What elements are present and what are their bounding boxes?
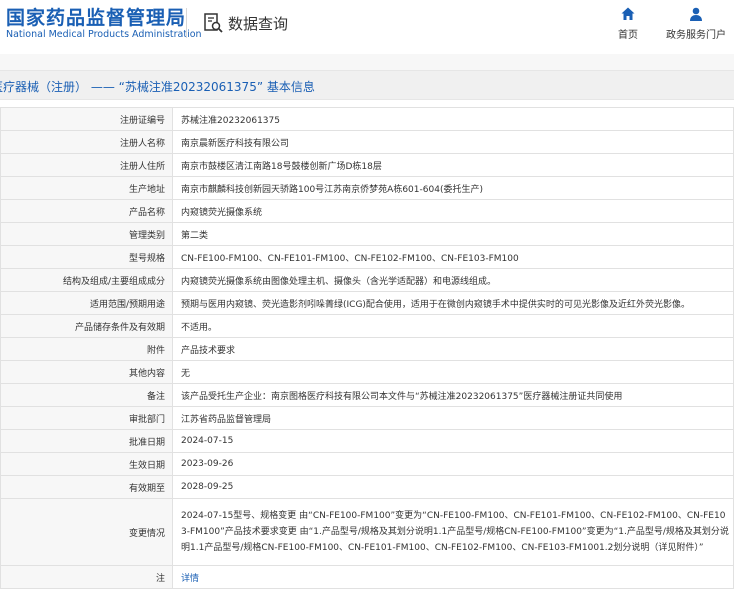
row-value: CN-FE100-FM100、CN-FE101-FM100、CN-FE102-F… bbox=[172, 245, 734, 269]
home-icon bbox=[621, 7, 635, 20]
row-label: 有效期至 bbox=[0, 475, 173, 499]
user-icon bbox=[690, 7, 702, 21]
row-label: 型号规格 bbox=[0, 245, 173, 269]
nav-home-label: 首页 bbox=[618, 30, 638, 41]
table-row: 生效日期 2023-09-26 bbox=[0, 452, 734, 476]
table-row: 注册证编号 苏械注准20232061375 bbox=[0, 107, 734, 131]
table-row: 变更情况 2024-07-15型号、规格变更 由“CN-FE100-FM100”变… bbox=[0, 498, 734, 566]
table-row: 管理类别 第二类 bbox=[0, 222, 734, 246]
table-row: 附件 产品技术要求 bbox=[0, 337, 734, 361]
row-value: 内窥镜荧光摄像系统 bbox=[172, 199, 734, 223]
row-label: 审批部门 bbox=[0, 406, 173, 430]
row-value: 该产品受托生产企业：南京图格医疗科技有限公司本文件与“苏械注准202320613… bbox=[172, 383, 734, 407]
row-label: 产品名称 bbox=[0, 199, 173, 223]
nav-gov-services[interactable]: 政务服务门户 bbox=[664, 6, 728, 41]
table-row: 结构及组成/主要组成成分 内窥镜荧光摄像系统由图像处理主机、摄像头（含光学适配器）… bbox=[0, 268, 734, 292]
record-title-bar: 医疗器械（注册） —— “苏械注准20232061375” 基本信息 bbox=[0, 70, 734, 100]
nav-gov-services-label: 政务服务门户 bbox=[666, 30, 726, 41]
table-row: 产品名称 内窥镜荧光摄像系统 bbox=[0, 199, 734, 223]
details-link[interactable]: 详情 bbox=[181, 574, 199, 584]
row-value: 产品技术要求 bbox=[172, 337, 734, 361]
row-label: 注册证编号 bbox=[0, 107, 173, 131]
row-value: 南京市麒麟科技创新园天骄路100号江苏南京侨梦苑A栋601-604(委托生产) bbox=[172, 176, 734, 200]
table-row: 型号规格 CN-FE100-FM100、CN-FE101-FM100、CN-FE1… bbox=[0, 245, 734, 269]
row-value: 预期与医用内窥镜、荧光造影剂吲哚菁绿(ICG)配合使用，适用于在微创内窥镜手术中… bbox=[172, 291, 734, 315]
table-row: 审批部门 江苏省药品监督管理局 bbox=[0, 406, 734, 430]
row-value: 2028-09-25 bbox=[172, 475, 734, 499]
row-label: 附件 bbox=[0, 337, 173, 361]
row-label: 备注 bbox=[0, 383, 173, 407]
row-value: 南京市鼓楼区清江南路18号鼓楼创新广场D栋18层 bbox=[172, 153, 734, 177]
row-value: 苏械注准20232061375 bbox=[172, 107, 734, 131]
table-row: 备注 该产品受托生产企业：南京图格医疗科技有限公司本文件与“苏械注准2023206… bbox=[0, 383, 734, 407]
data-query-link[interactable]: 数据查询 bbox=[202, 11, 288, 35]
row-label: 批准日期 bbox=[0, 429, 173, 453]
row-label: 产品储存条件及有效期 bbox=[0, 314, 173, 338]
site-header: 国家药品监督管理局 National Medical Products Admi… bbox=[0, 0, 734, 54]
row-label: 管理类别 bbox=[0, 222, 173, 246]
row-label: 注册人名称 bbox=[0, 130, 173, 154]
row-value: 2024-07-15型号、规格变更 由“CN-FE100-FM100”变更为“C… bbox=[172, 498, 734, 566]
row-value: 不适用。 bbox=[172, 314, 734, 338]
row-label: 注册人住所 bbox=[0, 153, 173, 177]
row-label: 生效日期 bbox=[0, 452, 173, 476]
table-row: 有效期至 2028-09-25 bbox=[0, 475, 734, 499]
nav-home[interactable]: 首页 bbox=[612, 6, 644, 41]
row-label: 变更情况 bbox=[0, 498, 173, 566]
registration-info-table: 注册证编号 苏械注准20232061375 注册人名称 南京晨新医疗科技有限公司 注… bbox=[0, 107, 734, 589]
row-value: 详情 bbox=[172, 565, 734, 589]
row-value: 内窥镜荧光摄像系统由图像处理主机、摄像头（含光学适配器）和电源线组成。 bbox=[172, 268, 734, 292]
row-value: 南京晨新医疗科技有限公司 bbox=[172, 130, 734, 154]
table-row: 生产地址 南京市麒麟科技创新园天骄路100号江苏南京侨梦苑A栋601-604(委托… bbox=[0, 176, 734, 200]
row-value: 江苏省药品监督管理局 bbox=[172, 406, 734, 430]
row-label: 结构及组成/主要组成成分 bbox=[0, 268, 173, 292]
row-value: 2024-07-15 bbox=[172, 429, 734, 453]
record-title: 医疗器械（注册） —— “苏械注准20232061375” 基本信息 bbox=[0, 80, 315, 94]
document-search-icon bbox=[204, 13, 223, 33]
table-row: 注详情 bbox=[0, 565, 734, 589]
row-label: 其他内容 bbox=[0, 360, 173, 384]
header-spacer bbox=[0, 54, 734, 70]
table-row: 批准日期 2024-07-15 bbox=[0, 429, 734, 453]
table-row: 注册人名称 南京晨新医疗科技有限公司 bbox=[0, 130, 734, 154]
site-logo-title[interactable]: 国家药品监督管理局 bbox=[6, 3, 186, 30]
site-logo-subtitle[interactable]: National Medical Products Administration bbox=[6, 29, 202, 40]
row-label: 注 bbox=[0, 565, 173, 589]
row-value: 2023-09-26 bbox=[172, 452, 734, 476]
table-row: 其他内容无 bbox=[0, 360, 734, 384]
row-value: 无 bbox=[172, 360, 734, 384]
table-row: 注册人住所 南京市鼓楼区清江南路18号鼓楼创新广场D栋18层 bbox=[0, 153, 734, 177]
row-value: 第二类 bbox=[172, 222, 734, 246]
table-row: 产品储存条件及有效期 不适用。 bbox=[0, 314, 734, 338]
header-divider bbox=[186, 8, 187, 38]
row-label: 适用范围/预期用途 bbox=[0, 291, 173, 315]
data-query-label: 数据查询 bbox=[228, 14, 289, 33]
row-label: 生产地址 bbox=[0, 176, 173, 200]
table-row: 适用范围/预期用途 预期与医用内窥镜、荧光造影剂吲哚菁绿(ICG)配合使用，适用于… bbox=[0, 291, 734, 315]
